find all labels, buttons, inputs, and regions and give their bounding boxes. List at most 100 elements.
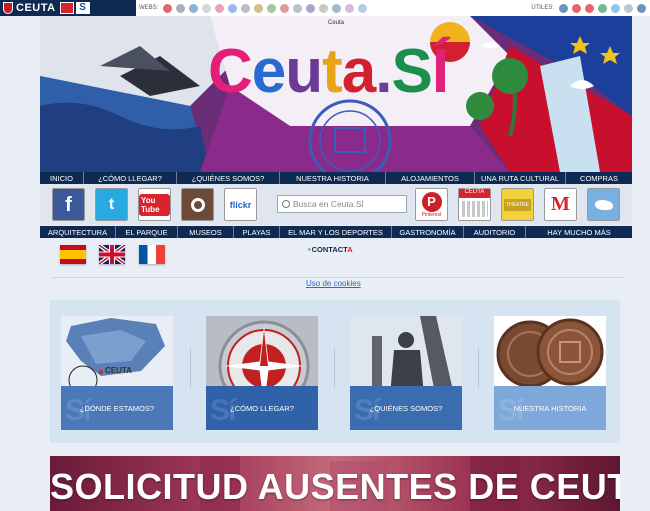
promo-banner[interactable]: SOLICITUD AUSENTES DE CEUTA [50, 456, 620, 511]
menu-item-museos[interactable]: Museos [178, 226, 234, 238]
contact-label: CONTACT [311, 245, 348, 254]
cookies-link[interactable]: Uso de cookies [306, 279, 361, 288]
web-link-icon[interactable] [306, 3, 316, 13]
main-menu-bottom: Arquitectura El Parque Museos Playas El … [40, 226, 632, 238]
twitter-icon[interactable]: t [95, 188, 128, 221]
ceuta-brand[interactable]: CEUTA S [0, 0, 90, 16]
french-flag-icon[interactable] [139, 245, 165, 264]
brand-name: CEUTA [16, 2, 56, 14]
web-link-icon[interactable] [176, 3, 186, 13]
web-link-icon[interactable] [254, 3, 264, 13]
useful-link-icon[interactable] [611, 3, 620, 13]
map-label: CEUTA [105, 366, 132, 375]
useful-link-icon[interactable] [559, 3, 568, 13]
web-link-icon[interactable] [280, 3, 290, 13]
menu-item-inicio[interactable]: Inicio [40, 172, 84, 184]
site-search[interactable] [277, 195, 407, 213]
menu-item-mar-deportes[interactable]: El mar y los deportes [280, 226, 392, 238]
header-banner[interactable]: Ceuta Ceuta.SÍ [40, 16, 632, 172]
webs-label: WEBS: [139, 5, 159, 11]
menu-item-arquitectura[interactable]: Arquitectura [40, 226, 116, 238]
menu-item-quienes-somos[interactable]: ¿Quiénes somos? [177, 172, 280, 184]
card-watermark: Sí [210, 394, 236, 427]
contact-link[interactable]: •CONTACTA [308, 245, 353, 254]
map-shape [594, 199, 613, 210]
ceuta-crest-icon [3, 2, 13, 14]
youtube-icon[interactable]: You Tube [138, 188, 171, 221]
menu-item-auditorio[interactable]: Auditorio [464, 226, 526, 238]
theatre-caption: THEATRE [504, 198, 531, 211]
calendar-grid [461, 201, 488, 217]
web-link-icon[interactable] [319, 3, 329, 13]
theatre-ticket-icon[interactable]: THEATRE [501, 188, 534, 221]
logo-letter: a [341, 37, 376, 106]
card-watermark: Sí [354, 394, 380, 427]
web-link-icon[interactable] [228, 3, 238, 13]
museum-icon[interactable]: M [544, 188, 577, 221]
spanish-flag-icon[interactable] [60, 245, 86, 264]
web-link-icon[interactable] [345, 3, 355, 13]
menu-item-playas[interactable]: Playas [234, 226, 280, 238]
menu-item-ruta-cultural[interactable]: Una ruta cultural [475, 172, 566, 184]
logo-letter: . [375, 37, 392, 106]
web-link-icon[interactable] [189, 3, 199, 13]
web-link-icon[interactable] [293, 3, 303, 13]
logo-letter: C [208, 37, 253, 106]
instagram-lens [190, 197, 205, 212]
main-menu-top: Inicio ¿Cómo llegar? ¿Quiénes somos? Nue… [40, 172, 632, 184]
contact-dot-icon: • [308, 245, 311, 254]
card-como-llegar[interactable]: ¿CÓMO LLEGAR? Sí [206, 316, 318, 430]
calendar-caption: CEUTA [459, 189, 490, 198]
feature-cards: CEUTA ¿DÓNDE ESTAMOS? Sí ¿CÓMO LLEGAR? S… [50, 300, 620, 443]
web-link-icon[interactable] [358, 3, 368, 13]
twitter-glyph: t [108, 195, 115, 213]
menu-item-nuestra-historia[interactable]: Nuestra Historia [280, 172, 386, 184]
map-icon[interactable] [587, 188, 620, 221]
menu-item-como-llegar[interactable]: ¿Cómo llegar? [84, 172, 177, 184]
useful-link-icon[interactable] [637, 3, 646, 13]
card-separator [478, 348, 479, 388]
webs-strip: WEBS: ÚTILES: [136, 0, 650, 16]
menu-item-el-parque[interactable]: El Parque [116, 226, 178, 238]
menu-item-hay-mucho-mas[interactable]: Hay mucho más [526, 226, 632, 238]
search-input[interactable] [293, 199, 403, 209]
flickr-glyph: flickr [229, 199, 252, 210]
web-link-icon[interactable] [241, 3, 251, 13]
logo-letter: t [322, 37, 343, 106]
card-nuestra-historia[interactable]: NUESTRA HISTORIA Sí [494, 316, 606, 430]
english-flag-icon[interactable] [99, 245, 125, 264]
instagram-icon[interactable] [181, 188, 214, 221]
card-separator [334, 348, 335, 388]
pinterest-icon[interactable]: P Pinterest [415, 188, 448, 221]
card-donde-estamos[interactable]: CEUTA ¿DÓNDE ESTAMOS? Sí [61, 316, 173, 430]
flickr-icon[interactable]: flickr [224, 188, 257, 221]
menu-item-compras[interactable]: Compras [566, 172, 632, 184]
logo-letter: S [391, 37, 433, 106]
logo-letter: Í [431, 37, 449, 106]
web-link-icon[interactable] [163, 3, 173, 13]
web-link-icon[interactable] [267, 3, 277, 13]
banner-tag: Ceuta [327, 20, 344, 26]
useful-link-icon[interactable] [624, 3, 633, 13]
logo-letter: e [251, 37, 286, 106]
youtube-glyph: You Tube [139, 193, 170, 216]
useful-link-icon[interactable] [585, 3, 594, 13]
menu-item-gastronomia[interactable]: Gastronomía [392, 226, 464, 238]
menu-item-alojamientos[interactable]: Alojamientos [386, 172, 475, 184]
brand-red-icon [59, 2, 74, 14]
web-link-icon[interactable] [202, 3, 212, 13]
pinterest-glyph: P [421, 191, 442, 212]
web-link-icon[interactable] [215, 3, 225, 13]
facebook-glyph: f [65, 193, 72, 216]
contact-label-accent: A [347, 245, 353, 254]
utiles-label: ÚTILES: [531, 5, 554, 11]
useful-link-icon[interactable] [598, 3, 607, 13]
promo-text: SOLICITUD AUSENTES DE CEUTA [50, 466, 620, 507]
useful-link-icon[interactable] [572, 3, 581, 13]
calendar-icon[interactable]: CEUTA [458, 188, 491, 221]
brand-badge: S [75, 2, 90, 14]
web-link-icon[interactable] [332, 3, 342, 13]
facebook-icon[interactable]: f [52, 188, 85, 221]
logo-letter: u [285, 37, 323, 106]
card-quienes-somos[interactable]: ¿QUIÉNES SOMOS? Sí [350, 316, 462, 430]
